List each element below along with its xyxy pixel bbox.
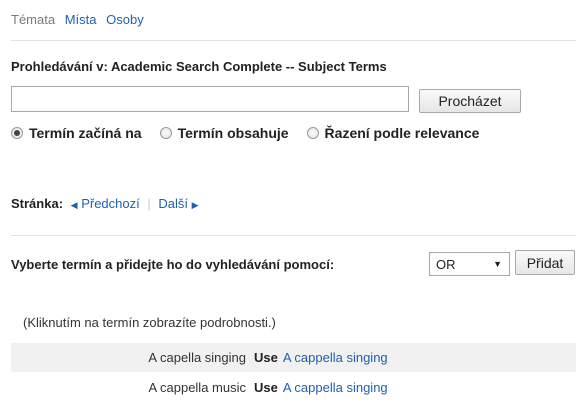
chevron-down-icon: ▼	[493, 259, 502, 269]
term-name[interactable]: A capella singing	[11, 350, 254, 365]
preferred-term-link[interactable]: A cappella singing	[283, 350, 388, 365]
radio-button-starts-with[interactable]	[11, 127, 23, 139]
chevron-left-icon[interactable]: ◀	[71, 200, 78, 210]
term-row: A cappella music Use A cappella singing	[11, 373, 576, 403]
operator-select[interactable]: OR ▼	[429, 252, 510, 276]
term-list: A capella singing Use A cappella singing…	[11, 343, 576, 403]
radio-option-contains[interactable]: Termín obsahuje	[159, 125, 289, 141]
radio-label-contains: Termín obsahuje	[177, 125, 289, 141]
use-label: Use	[254, 350, 278, 365]
add-button[interactable]: Přidat	[515, 250, 575, 275]
chevron-right-icon[interactable]: ▶	[192, 200, 199, 210]
browse-button[interactable]: Procházet	[419, 89, 521, 113]
use-label: Use	[254, 380, 278, 395]
pager: Stránka: ◀ Předchozí | Další ▶	[11, 196, 199, 211]
pager-separator: |	[147, 196, 151, 211]
radio-label-starts-with: Termín začíná na	[29, 125, 142, 141]
radio-label-relevance: Řazení podle relevance	[324, 125, 480, 141]
next-page-link[interactable]: Další	[158, 196, 188, 211]
tab-topics: Témata	[11, 12, 56, 27]
pager-label: Stránka:	[11, 196, 64, 211]
tab-places[interactable]: Místa	[65, 12, 97, 27]
radio-option-starts-with[interactable]: Termín začíná na	[11, 125, 142, 141]
radio-button-relevance[interactable]	[306, 127, 319, 139]
search-input[interactable]	[11, 86, 409, 112]
divider	[11, 40, 576, 41]
add-term-label: Vyberte termín a přidejte ho do vyhledáv…	[11, 257, 335, 272]
preferred-term-link[interactable]: A cappella singing	[283, 380, 388, 395]
search-mode-options: Termín začíná na Termín obsahuje Řazení …	[11, 125, 479, 141]
previous-page-link[interactable]: Předchozí	[81, 196, 140, 211]
click-hint: (Kliknutím na termín zobrazíte podrobnos…	[23, 315, 276, 330]
operator-value: OR	[436, 256, 456, 272]
term-row: A capella singing Use A cappella singing	[11, 343, 576, 373]
divider	[11, 235, 576, 236]
radio-option-relevance[interactable]: Řazení podle relevance	[306, 125, 480, 141]
term-name[interactable]: A cappella music	[11, 380, 254, 395]
subject-tabs: Témata Místa Osoby	[11, 12, 150, 27]
radio-button-contains[interactable]	[159, 127, 172, 139]
tab-persons[interactable]: Osoby	[106, 12, 144, 27]
search-title: Prohledávání v: Academic Search Complete…	[11, 59, 387, 74]
